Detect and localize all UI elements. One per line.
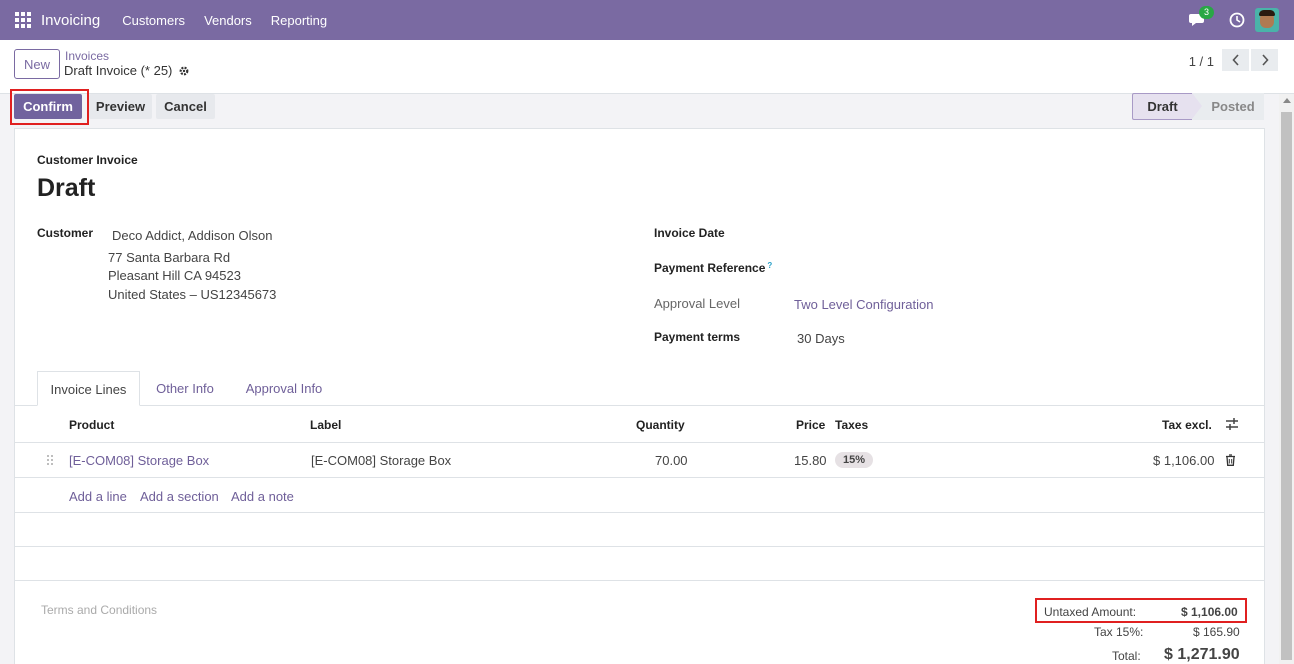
chevron-left-icon [1231, 54, 1239, 66]
customer-field[interactable]: Deco Addict, Addison Olson [112, 228, 272, 243]
record-title: Draft Invoice (* 25) [64, 63, 173, 78]
chat-icon[interactable]: 3 [1189, 6, 1215, 28]
customer-address-line2: Pleasant Hill CA 94523 [108, 268, 241, 283]
line-quantity[interactable]: 70.00 [655, 453, 688, 468]
customer-address-line1: 77 Santa Barbara Rd [108, 250, 231, 265]
tab-other-info[interactable]: Other Info [154, 371, 216, 406]
customer-label: Customer [37, 226, 94, 240]
document-type: Customer Invoice [37, 153, 138, 167]
document-title: Draft [37, 174, 96, 202]
untaxed-amount-value: $ 1,106.00 [1181, 605, 1238, 619]
payment-terms-label: Payment terms [654, 330, 741, 344]
line-tax-badge[interactable]: 15% [835, 452, 874, 468]
action-bar: Confirm Preview Cancel Draft Posted [0, 89, 1294, 128]
customer-address-line3: United States – US12345673 [108, 287, 277, 302]
total-label: Total: [1112, 649, 1141, 663]
approval-level-field[interactable]: Two Level Configuration [794, 297, 933, 312]
tax-label: Tax 15%: [1094, 625, 1144, 639]
optional-columns-icon[interactable] [1225, 418, 1239, 430]
vertical-scrollbar[interactable] [1279, 94, 1294, 664]
invoice-lines-table: Product Label Quantity Price Taxes Tax e… [15, 406, 1264, 581]
line-price[interactable]: 15.80 [794, 453, 827, 468]
chevron-right-icon [1261, 54, 1269, 66]
untaxed-amount-label: Untaxed Amount: [1044, 605, 1137, 619]
preview-button[interactable]: Preview [89, 94, 152, 119]
pager-previous-button[interactable] [1222, 49, 1249, 71]
apps-menu-icon[interactable] [15, 12, 31, 28]
col-price[interactable]: Price [796, 418, 825, 432]
line-product[interactable]: [E-COM08] Storage Box [69, 453, 209, 468]
notebook-tabs: Invoice Lines Other Info Approval Info [15, 371, 1264, 406]
menu-vendors[interactable]: Vendors [204, 13, 252, 28]
invoice-form-sheet: Customer Invoice Draft Customer Deco Add… [14, 128, 1265, 664]
add-line-link[interactable]: Add a line [69, 489, 127, 504]
cancel-button[interactable]: Cancel [156, 94, 215, 119]
col-quantity[interactable]: Quantity [636, 418, 685, 432]
col-taxes[interactable]: Taxes [835, 418, 868, 432]
tab-invoice-lines[interactable]: Invoice Lines [37, 371, 140, 406]
invoice-date-label: Invoice Date [654, 226, 725, 240]
col-tax-excl[interactable]: Tax excl. [1162, 418, 1212, 432]
control-panel: New Invoices Draft Invoice (* 25) 1 / 1 [0, 40, 1294, 94]
trash-icon[interactable] [1225, 454, 1236, 466]
help-icon[interactable]: ? [767, 261, 772, 270]
tax-value: $ 165.90 [1193, 625, 1240, 639]
pager-value[interactable]: 1 / 1 [1189, 54, 1214, 69]
terms-and-conditions-field[interactable]: Terms and Conditions [41, 603, 157, 617]
drag-handle-icon[interactable] [46, 454, 54, 466]
status-step-posted[interactable]: Posted [1192, 93, 1264, 120]
empty-row [15, 547, 1264, 581]
col-label[interactable]: Label [310, 418, 341, 432]
payment-reference-label: Payment Reference? [654, 261, 772, 275]
payment-terms-field[interactable]: 30 Days [797, 331, 845, 346]
total-value: $ 1,271.90 [1164, 646, 1240, 663]
table-header: Product Label Quantity Price Taxes Tax e… [15, 406, 1264, 443]
line-label[interactable]: [E-COM08] Storage Box [311, 453, 451, 468]
table-row[interactable]: [E-COM08] Storage Box [E-COM08] Storage … [15, 443, 1264, 478]
scroll-thumb[interactable] [1281, 112, 1292, 660]
add-row: Add a line Add a section Add a note [15, 478, 1264, 513]
status-bar: Draft Posted [1132, 93, 1264, 120]
menu-customers[interactable]: Customers [122, 13, 185, 28]
gear-icon[interactable] [178, 65, 190, 77]
payment-reference-label-text: Payment Reference [654, 261, 766, 275]
app-brand[interactable]: Invoicing [41, 12, 100, 29]
add-note-link[interactable]: Add a note [231, 489, 294, 504]
menu-reporting[interactable]: Reporting [271, 13, 327, 28]
top-navbar: Invoicing Customers Vendors Reporting 3 [0, 0, 1294, 40]
scroll-up-arrow[interactable] [1283, 98, 1291, 103]
breadcrumb-invoices[interactable]: Invoices [65, 49, 109, 63]
confirm-highlight-box [10, 89, 89, 125]
empty-row [15, 513, 1264, 547]
col-product[interactable]: Product [69, 418, 114, 432]
chat-count-badge: 3 [1199, 6, 1215, 19]
line-subtotal: $ 1,106.00 [1153, 453, 1215, 468]
tab-approval-info[interactable]: Approval Info [244, 371, 324, 406]
add-section-link[interactable]: Add a section [140, 489, 219, 504]
status-step-draft[interactable]: Draft [1132, 93, 1202, 120]
pager-next-button[interactable] [1251, 49, 1278, 71]
new-button[interactable]: New [14, 49, 60, 79]
breadcrumb-current: Draft Invoice (* 25) [64, 63, 190, 78]
activity-clock-icon[interactable] [1229, 12, 1245, 28]
approval-level-label: Approval Level [654, 296, 740, 311]
user-avatar[interactable] [1255, 8, 1279, 32]
